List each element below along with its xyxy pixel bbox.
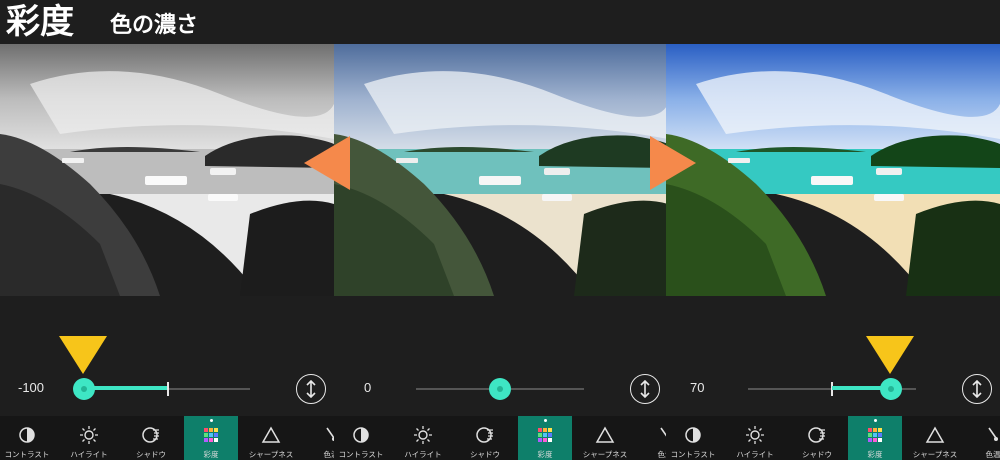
- tool-label: 色温: [657, 450, 669, 459]
- tool-saturation[interactable]: 彩度: [848, 416, 902, 460]
- tool-sharpness[interactable]: シャープネス: [578, 416, 632, 460]
- page-title: 彩度: [6, 2, 74, 42]
- tool-contrast[interactable]: コントラスト: [0, 416, 54, 460]
- editor-panel-original: 0 コントラスト ハイライト シャドウ 彩度 シャープネス 色: [334, 44, 668, 460]
- slider-thumb[interactable]: [489, 378, 511, 400]
- contrast-icon: [19, 427, 35, 443]
- tool-saturation[interactable]: 彩度: [184, 416, 238, 460]
- tool-highlight[interactable]: ハイライト: [728, 416, 782, 460]
- saturation-slider-row: 0: [334, 366, 668, 412]
- photo-image: [666, 44, 1000, 296]
- tool-color-temperature[interactable]: 色温: [966, 416, 1000, 460]
- slider-value: 0: [364, 380, 372, 395]
- reset-vertical-arrows-icon: [640, 380, 650, 398]
- sun-icon: [746, 426, 764, 444]
- thermometer-icon: [988, 427, 998, 441]
- shadow-icon: [808, 427, 825, 443]
- tool-sharpness[interactable]: シャープネス: [244, 416, 298, 460]
- editor-panel-saturated: 70 コントラスト ハイライト シャドウ 彩度 シャープネス 色温: [666, 44, 1000, 460]
- tool-saturation[interactable]: 彩度: [518, 416, 572, 460]
- increase-arrow-indicator: [650, 136, 696, 190]
- saturation-slider-row: 70: [666, 366, 1000, 412]
- tool-sharpness[interactable]: シャープネス: [908, 416, 962, 460]
- editor-panel-desaturated: -100 コントラスト ハイライト シャドウ 彩度 シャープネス 色: [0, 44, 334, 460]
- slider-value: 70: [690, 380, 705, 395]
- reset-button[interactable]: [962, 374, 992, 404]
- slider-thumb[interactable]: [73, 378, 95, 400]
- triangle-icon: [261, 426, 281, 443]
- photo-preview: [334, 44, 668, 296]
- slider-fill: [84, 386, 168, 390]
- tool-contrast[interactable]: コントラスト: [334, 416, 388, 460]
- tool-shadow[interactable]: シャドウ: [458, 416, 512, 460]
- tool-shadow[interactable]: シャドウ: [790, 416, 844, 460]
- photo-preview: [666, 44, 1000, 296]
- color-grid-icon: [868, 428, 882, 442]
- page-subtitle: 色の濃さ: [110, 13, 199, 38]
- tool-contrast[interactable]: コントラスト: [666, 416, 720, 460]
- shadow-icon: [142, 427, 159, 443]
- slider-thumb[interactable]: [880, 378, 902, 400]
- tool-shadow[interactable]: シャドウ: [124, 416, 178, 460]
- reset-button[interactable]: [296, 374, 326, 404]
- slider-value: -100: [18, 380, 45, 395]
- active-indicator-dot: [210, 419, 213, 422]
- saturation-slider-row: -100: [0, 366, 334, 412]
- shadow-icon: [476, 427, 493, 443]
- color-grid-icon: [538, 428, 552, 442]
- tool-bar: コントラスト ハイライト シャドウ 彩度 シャープネス 色温: [334, 416, 668, 460]
- color-grid-icon: [204, 428, 218, 442]
- photo-preview: [0, 44, 334, 296]
- sun-icon: [80, 426, 98, 444]
- header: 彩度 色の濃さ: [0, 0, 1000, 44]
- sun-icon: [414, 426, 432, 444]
- reset-button[interactable]: [630, 374, 660, 404]
- photo-image: [0, 44, 334, 296]
- active-indicator-dot: [544, 419, 547, 422]
- slider-center-tick: [167, 382, 169, 396]
- tool-highlight[interactable]: ハイライト: [62, 416, 116, 460]
- tool-highlight[interactable]: ハイライト: [396, 416, 450, 460]
- photo-image: [334, 44, 668, 296]
- tool-label: 色温: [985, 450, 1000, 459]
- thermometer-icon: [326, 427, 334, 441]
- tool-label: 色温: [323, 450, 335, 459]
- triangle-icon: [925, 426, 945, 443]
- tool-color-temperature[interactable]: 色温: [304, 416, 334, 460]
- contrast-icon: [685, 427, 701, 443]
- active-indicator-dot: [874, 419, 877, 422]
- triangle-icon: [595, 426, 615, 443]
- tool-bar: コントラスト ハイライト シャドウ 彩度 シャープネス 色温: [666, 416, 1000, 460]
- reset-vertical-arrows-icon: [972, 380, 982, 398]
- contrast-icon: [353, 427, 369, 443]
- tool-color-temperature[interactable]: 色温: [638, 416, 668, 460]
- tool-bar: コントラスト ハイライト シャドウ 彩度 シャープネス 色温: [0, 416, 334, 460]
- decrease-arrow-indicator: [304, 136, 350, 190]
- reset-vertical-arrows-icon: [306, 380, 316, 398]
